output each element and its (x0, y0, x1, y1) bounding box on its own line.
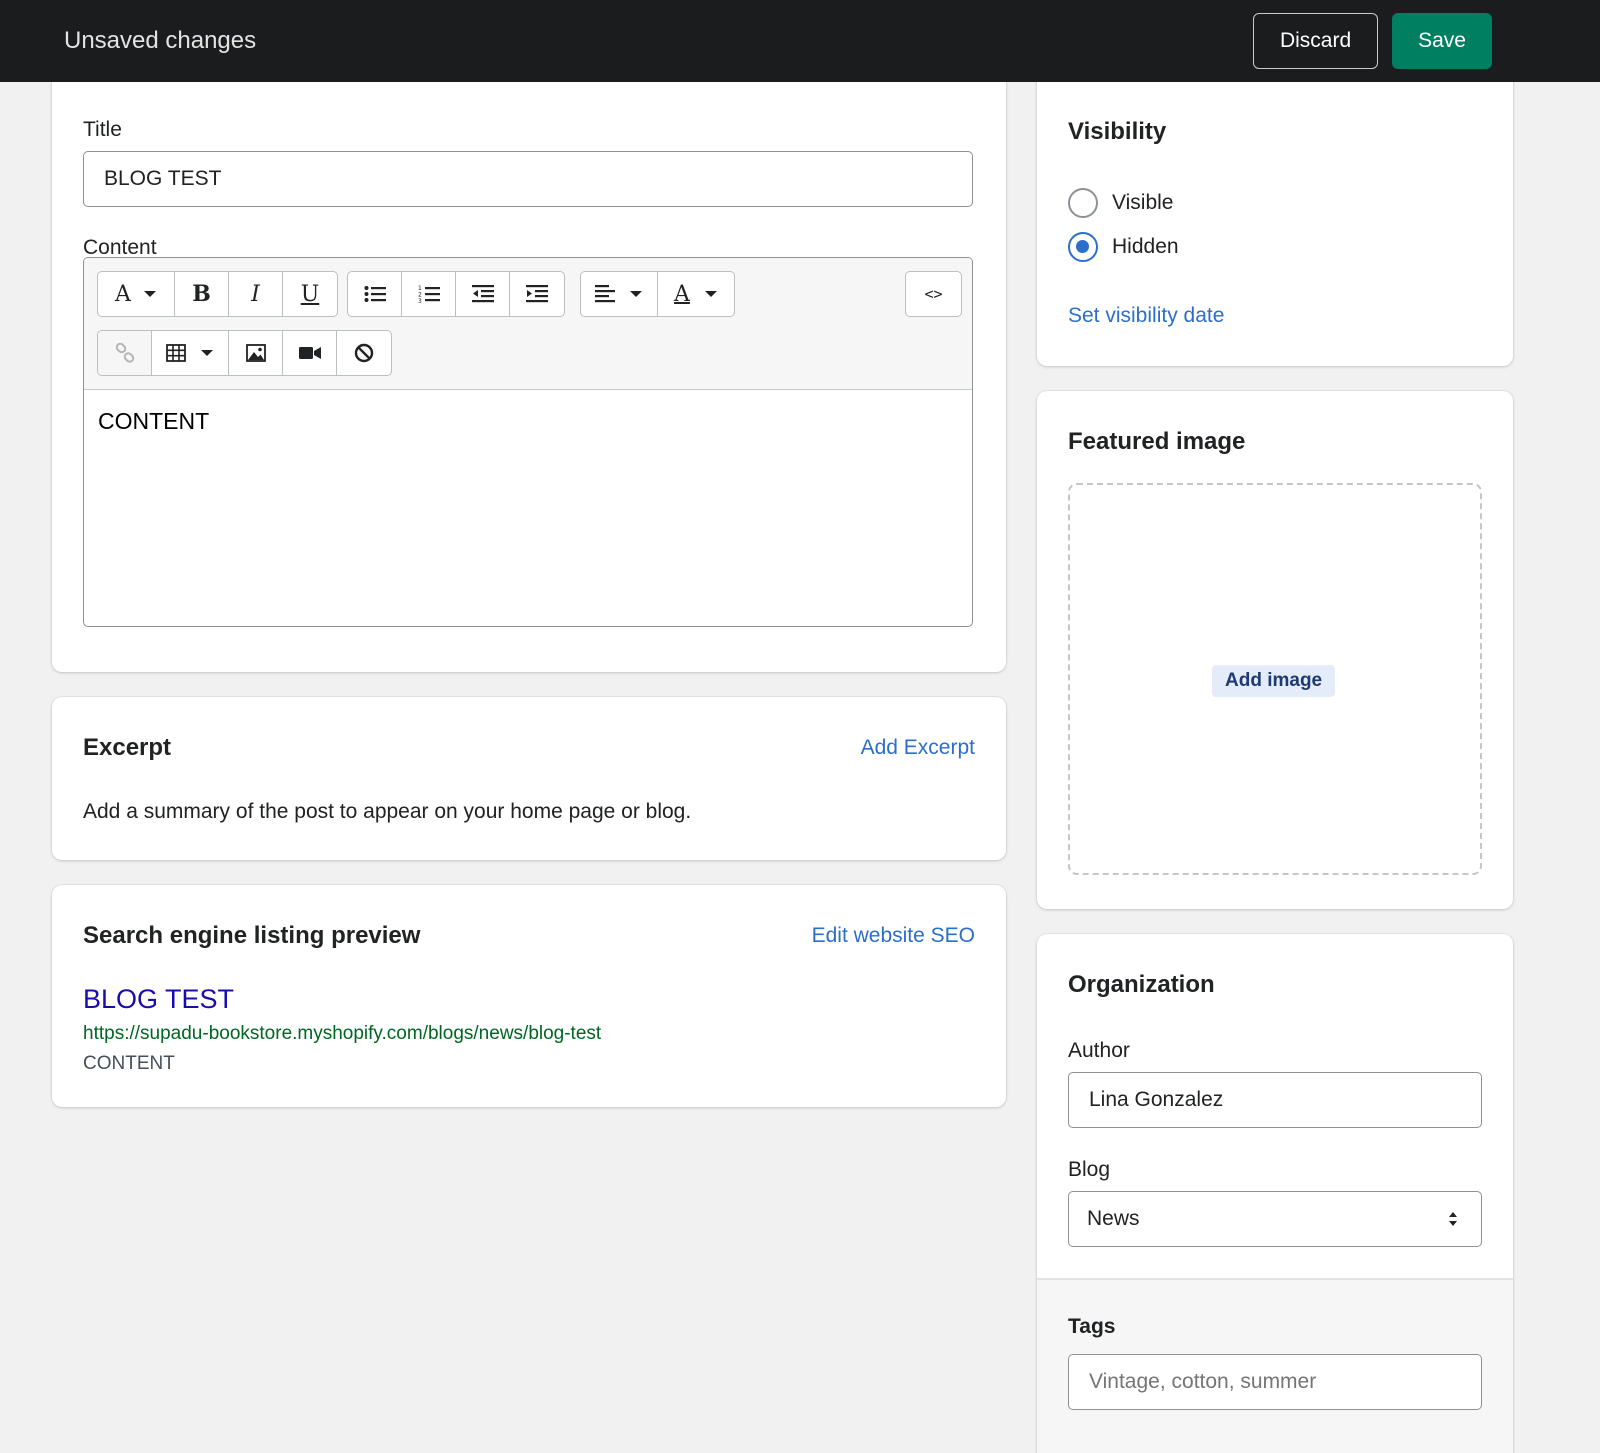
insert-video-button[interactable] (283, 331, 337, 375)
tags-section: Tags (1037, 1280, 1513, 1453)
numbered-list-icon: 123 (418, 285, 440, 304)
rich-text-editor: A B I U 123 A <> CONTENT (83, 257, 973, 627)
excerpt-heading: Excerpt (83, 734, 172, 761)
indent-button[interactable] (510, 272, 564, 316)
bold-button[interactable]: B (175, 272, 229, 316)
image-dropzone[interactable]: Add image (1068, 483, 1482, 875)
excerpt-description: Add a summary of the post to appear on y… (83, 800, 692, 823)
align-dropdown[interactable] (581, 272, 658, 316)
title-input-value: BLOG TEST (104, 167, 222, 190)
caret-down-icon (143, 291, 156, 297)
underline-button[interactable]: U (283, 272, 337, 316)
italic-icon: I (251, 281, 260, 307)
italic-button[interactable]: I (229, 272, 283, 316)
link-icon (115, 343, 134, 363)
html-view-button[interactable]: <> (906, 272, 961, 316)
font-style-dropdown[interactable]: A (98, 272, 175, 316)
caret-down-icon (704, 291, 717, 297)
outdent-button[interactable] (456, 272, 510, 316)
seo-heading: Search engine listing preview (83, 922, 421, 949)
clear-formatting-button[interactable] (337, 331, 391, 375)
caret-down-icon (630, 291, 642, 297)
font-icon: A (115, 281, 131, 307)
caret-down-icon (201, 350, 213, 356)
organization-card: Organization Author Lina Gonzalez Blog N… (1037, 934, 1513, 1453)
select-arrows-icon (1449, 1212, 1457, 1226)
editor-content-area[interactable]: CONTENT (98, 408, 209, 435)
visibility-option-hidden[interactable]: Hidden (1068, 232, 1179, 262)
hidden-radio[interactable] (1068, 232, 1098, 262)
author-input[interactable]: Lina Gonzalez (1068, 1072, 1482, 1128)
bullet-list-icon (364, 286, 386, 302)
insert-table-dropdown[interactable] (152, 331, 229, 375)
insert-image-button[interactable] (229, 331, 283, 375)
visible-radio[interactable] (1068, 188, 1098, 218)
numbered-list-button[interactable]: 123 (402, 272, 456, 316)
svg-text:3: 3 (418, 298, 422, 304)
set-visibility-date-link[interactable]: Set visibility date (1068, 304, 1224, 328)
bold-icon: B (192, 281, 211, 307)
text-format-group: A B I U (97, 271, 338, 317)
list-group: 123 (347, 271, 565, 317)
add-image-button[interactable]: Add image (1212, 665, 1336, 697)
visibility-heading: Visibility (1068, 118, 1167, 145)
code-icon: <> (924, 285, 943, 303)
post-content-card: Title BLOG TEST Content A B I U 1 2 3 A … (52, 72, 1006, 672)
align-left-icon (595, 285, 615, 303)
indent-icon (526, 285, 548, 303)
html-group: <> (905, 271, 962, 317)
no-entry-icon (354, 343, 374, 363)
table-icon (166, 344, 186, 362)
add-excerpt-link[interactable]: Add Excerpt (861, 736, 975, 760)
insert-group (97, 330, 392, 376)
contextual-save-bar: Unsaved changes Discard Save (0, 0, 1600, 82)
seo-preview-title: BLOG TEST (83, 984, 235, 1014)
text-color-dropdown[interactable]: A (658, 272, 734, 316)
author-label: Author (1068, 1039, 1130, 1062)
hidden-radio-label: Hidden (1112, 235, 1179, 258)
editor-content-text: CONTENT (98, 408, 210, 434)
tags-input[interactable] (1068, 1354, 1482, 1410)
tags-label: Tags (1068, 1315, 1116, 1338)
organization-heading: Organization (1068, 971, 1215, 998)
blog-select[interactable]: News (1068, 1191, 1482, 1247)
visibility-option-visible[interactable]: Visible (1068, 188, 1173, 218)
seo-preview-card: Search engine listing preview Edit websi… (52, 885, 1006, 1107)
seo-preview-url: https://supadu-bookstore.myshopify.com/b… (83, 1023, 602, 1044)
discard-button[interactable]: Discard (1252, 13, 1379, 69)
align-color-group: A (580, 271, 735, 317)
edit-website-seo-link[interactable]: Edit website SEO (812, 924, 975, 948)
image-icon (245, 344, 266, 362)
featured-image-heading: Featured image (1068, 428, 1246, 455)
save-button[interactable]: Save (1392, 13, 1492, 69)
bullet-list-button[interactable] (348, 272, 402, 316)
visibility-card: Visibility Visible Hidden Set visibility… (1037, 72, 1513, 366)
video-camera-icon (298, 347, 321, 359)
title-label: Title (83, 118, 122, 141)
outdent-icon (471, 285, 494, 303)
blog-label: Blog (1068, 1158, 1111, 1181)
visible-radio-label: Visible (1112, 191, 1174, 214)
insert-link-button[interactable] (98, 331, 152, 375)
underline-icon: U (300, 281, 320, 307)
unsaved-changes-title: Unsaved changes (64, 27, 257, 54)
text-color-icon: A (674, 281, 690, 307)
blog-select-value: News (1087, 1207, 1140, 1230)
editor-toolbar: A B I U 123 A <> (84, 258, 972, 390)
author-input-value: Lina Gonzalez (1089, 1088, 1224, 1111)
seo-preview-description: CONTENT (83, 1053, 175, 1074)
excerpt-card: Excerpt Add Excerpt Add a summary of the… (52, 697, 1006, 860)
title-input[interactable]: BLOG TEST (83, 151, 973, 207)
featured-image-card: Featured image Add image (1037, 391, 1513, 909)
